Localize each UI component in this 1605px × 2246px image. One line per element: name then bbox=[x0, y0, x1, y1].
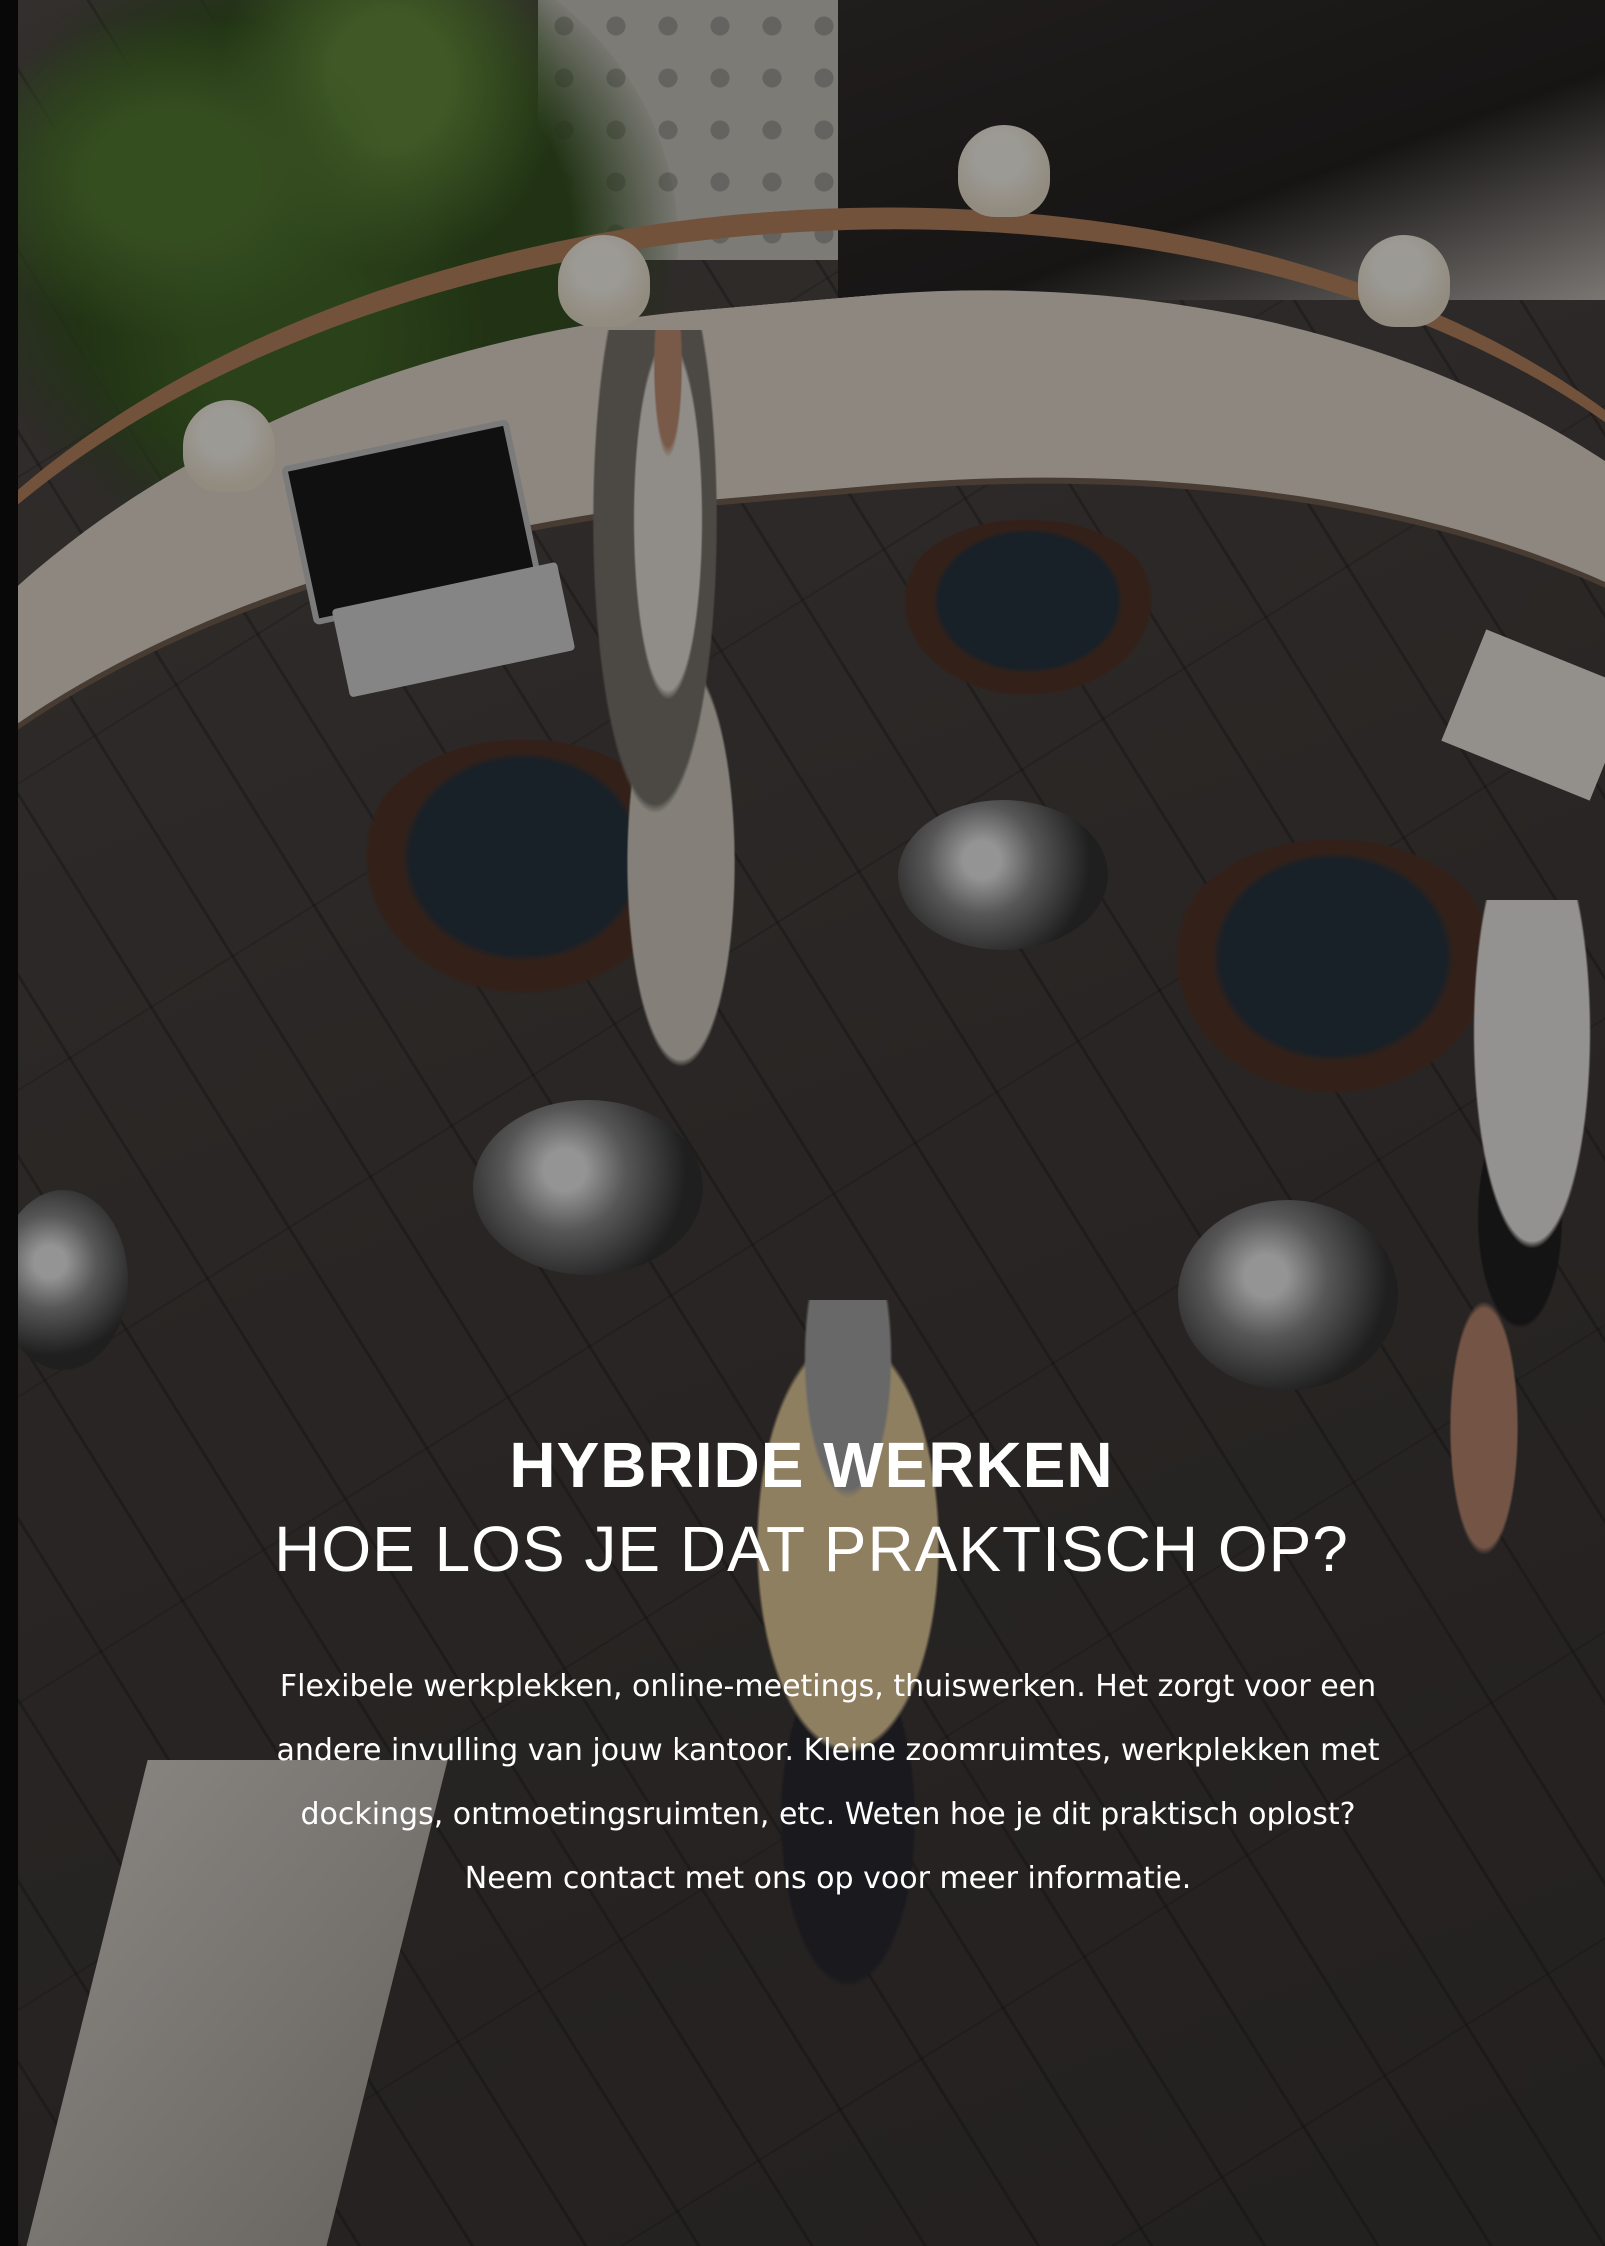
subheadline: HOE LOS JE DAT PRAKTISCH OP? bbox=[274, 1513, 1349, 1585]
page: HYBRIDE WERKEN HOE LOS JE DAT PRAKTISCH … bbox=[18, 0, 1605, 2246]
headline: HYBRIDE WERKEN bbox=[509, 1429, 1114, 1501]
page-edge bbox=[0, 0, 18, 2246]
body-paragraph: Flexibele werkplekken, online-meetings, … bbox=[228, 1655, 1428, 1911]
body-line: Flexibele werkplekken, online-meetings, … bbox=[279, 1669, 1377, 1704]
body-line: andere invulling van jouw kantoor. Klein… bbox=[276, 1733, 1380, 1768]
body-line: Neem contact met ons op voor meer inform… bbox=[464, 1861, 1192, 1896]
body-line: dockings, ontmoetingsruimten, etc. Weten… bbox=[300, 1797, 1356, 1832]
